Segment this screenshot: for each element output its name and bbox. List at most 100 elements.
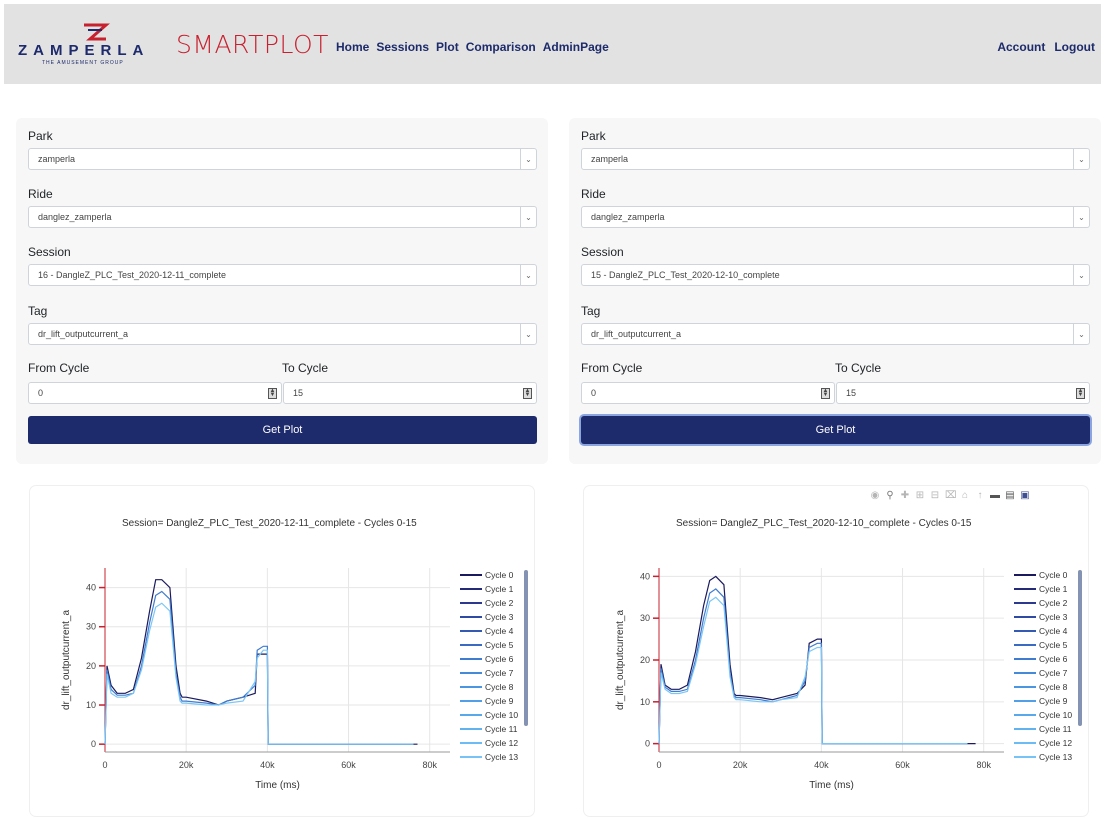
x-axis-title: Time (ms) xyxy=(809,780,854,791)
legend-scrollbar[interactable] xyxy=(524,570,528,726)
y-tick-label: 20 xyxy=(640,655,650,665)
y-tick-label: 0 xyxy=(645,739,650,749)
park-label: Park xyxy=(28,129,53,143)
legend-item: Cycle 2 xyxy=(1039,598,1068,608)
series-line-cycle-12 xyxy=(658,596,968,745)
line-chart[interactable]: 0 20k 40k 60k 80k 0 10 20 30 40 Time (ms) dr_lift_o… xyxy=(584,486,1088,816)
nav-logout-link[interactable]: Logout xyxy=(1054,40,1095,54)
x-tick-label: 20k xyxy=(733,760,748,770)
nav-adminpage-link[interactable]: AdminPage xyxy=(543,40,609,54)
nav-account-link[interactable]: Account xyxy=(997,40,1045,54)
legend-item: Cycle 10 xyxy=(485,710,518,720)
smartplot-logo[interactable]: SMARTPLOT xyxy=(176,30,329,59)
legend-item: Cycle 7 xyxy=(1039,668,1068,678)
series-line-cycle-12 xyxy=(104,602,414,745)
chevron-down-icon: ⌄ xyxy=(520,324,536,344)
y-tick-label: 10 xyxy=(640,697,650,707)
x-tick-label: 0 xyxy=(656,760,661,770)
chevron-down-icon: ⌄ xyxy=(1073,265,1089,285)
chevron-down-icon: ⌄ xyxy=(1073,207,1089,227)
legend-item: Cycle 8 xyxy=(485,682,514,692)
nav-home-link[interactable]: Home xyxy=(336,40,369,54)
zamperla-logo[interactable]: ZAMPERLA THE AMUSEMENT GROUP xyxy=(18,22,173,70)
spinner-icon[interactable]: ▲ ▼ xyxy=(268,388,277,399)
to-cycle-label: To Cycle xyxy=(835,361,882,375)
legend-item: Cycle 3 xyxy=(485,612,514,622)
chevron-down-icon: ⌄ xyxy=(520,265,536,285)
legend-item: Cycle 2 xyxy=(485,598,514,608)
park-select-value: zamperla xyxy=(591,154,629,164)
x-tick-label: 0 xyxy=(102,760,107,770)
tag-select-value: dr_lift_outputcurrent_a xyxy=(38,329,129,339)
y-tick-label: 30 xyxy=(640,613,650,623)
chevron-down-icon: ⌄ xyxy=(1073,324,1089,344)
park-select[interactable]: zamperla ⌄ xyxy=(581,148,1090,170)
legend-item: Cycle 11 xyxy=(485,724,518,734)
to-cycle-label: To Cycle xyxy=(282,361,329,375)
y-axis-title: dr_lift_outputcurrent_a xyxy=(61,610,72,711)
left-plot-panel: Session= DangleZ_PLC_Test_2020-12-11_com… xyxy=(30,486,534,816)
y-tick-label: 30 xyxy=(86,622,96,632)
from-cycle-label: From Cycle xyxy=(581,361,643,375)
tag-select[interactable]: dr_lift_outputcurrent_a ⌄ xyxy=(28,323,537,345)
from-cycle-input[interactable]: 0 ▲ ▼ xyxy=(28,382,282,404)
y-axis-title: dr_lift_outputcurrent_a xyxy=(615,610,626,711)
legend-item: Cycle 10 xyxy=(1039,710,1072,720)
nav-comparison-link[interactable]: Comparison xyxy=(466,40,536,54)
from-cycle-input[interactable]: 0 ▲ ▼ xyxy=(581,382,835,404)
x-tick-label: 60k xyxy=(341,760,356,770)
legend-item: Cycle 3 xyxy=(1039,612,1068,622)
get-plot-button[interactable]: Get Plot xyxy=(581,416,1090,444)
to-cycle-input[interactable]: 15 ▲ ▼ xyxy=(836,382,1090,404)
x-tick-label: 80k xyxy=(976,760,991,770)
park-select-value: zamperla xyxy=(38,154,76,164)
legend-item: Cycle 1 xyxy=(485,584,514,594)
series-line-cycle-0 xyxy=(104,579,418,745)
park-select[interactable]: zamperla ⌄ xyxy=(28,148,537,170)
ride-label: Ride xyxy=(28,187,53,201)
spinner-icon[interactable]: ▲ ▼ xyxy=(523,388,532,399)
park-label: Park xyxy=(581,129,606,143)
get-plot-button[interactable]: Get Plot xyxy=(28,416,537,444)
legend-item: Cycle 11 xyxy=(1039,724,1072,734)
ride-select-value: danglez_zamperla xyxy=(38,212,112,222)
legend-scrollbar[interactable] xyxy=(1078,570,1082,726)
zamperla-tagline: THE AMUSEMENT GROUP xyxy=(42,60,124,66)
session-select-value: 15 - DangleZ_PLC_Test_2020-12-10_complet… xyxy=(591,270,780,280)
legend-item: Cycle 4 xyxy=(485,626,514,636)
nav-plot-link[interactable]: Plot xyxy=(436,40,459,54)
y-tick-label: 40 xyxy=(86,583,96,593)
x-tick-label: 20k xyxy=(179,760,194,770)
chevron-down-icon: ⌄ xyxy=(520,207,536,227)
session-select-value: 16 - DangleZ_PLC_Test_2020-12-11_complet… xyxy=(38,270,226,280)
right-plot-panel: ◉ ⚲ ✚ ⊞ ⊟ ⌧ ⌂ ↑ ▬ ▤ ▣ Session= DangleZ_P… xyxy=(584,486,1088,816)
spinner-icon[interactable]: ▲ ▼ xyxy=(821,388,830,399)
from-cycle-value: 0 xyxy=(591,388,597,398)
session-select[interactable]: 15 - DangleZ_PLC_Test_2020-12-10_complet… xyxy=(581,264,1090,286)
legend-item: Cycle 5 xyxy=(1039,640,1068,650)
nav-sessions-link[interactable]: Sessions xyxy=(376,40,429,54)
session-label: Session xyxy=(581,245,624,259)
line-chart[interactable]: 0 20k 40k 60k 80k 0 10 20 30 40 Time (ms) dr_lift_o… xyxy=(30,486,534,816)
y-tick-label: 0 xyxy=(91,739,96,749)
spinner-icon[interactable]: ▲ ▼ xyxy=(1076,388,1085,399)
to-cycle-input[interactable]: 15 ▲ ▼ xyxy=(283,382,537,404)
x-tick-label: 40k xyxy=(814,760,829,770)
ride-select[interactable]: danglez_zamperla ⌄ xyxy=(581,206,1090,228)
legend-item: Cycle 7 xyxy=(485,668,514,678)
top-navbar: ZAMPERLA THE AMUSEMENT GROUP SMARTPLOT H… xyxy=(4,4,1101,84)
session-select[interactable]: 16 - DangleZ_PLC_Test_2020-12-11_complet… xyxy=(28,264,537,286)
to-cycle-value: 15 xyxy=(846,388,857,398)
x-tick-label: 60k xyxy=(895,760,910,770)
y-tick-label: 40 xyxy=(640,571,650,581)
tag-label: Tag xyxy=(28,304,48,318)
ride-select[interactable]: danglez_zamperla ⌄ xyxy=(28,206,537,228)
tag-select[interactable]: dr_lift_outputcurrent_a ⌄ xyxy=(581,323,1090,345)
legend-item: Cycle 0 xyxy=(1039,570,1068,580)
legend-item: Cycle 0 xyxy=(485,570,514,580)
legend-item: Cycle 1 xyxy=(1039,584,1068,594)
right-form-panel: Park zamperla ⌄ Ride danglez_zamperla ⌄ Se… xyxy=(569,118,1101,464)
to-cycle-value: 15 xyxy=(293,388,304,398)
legend-item: Cycle 9 xyxy=(485,696,514,706)
series-line-cycle-5 xyxy=(658,588,968,745)
